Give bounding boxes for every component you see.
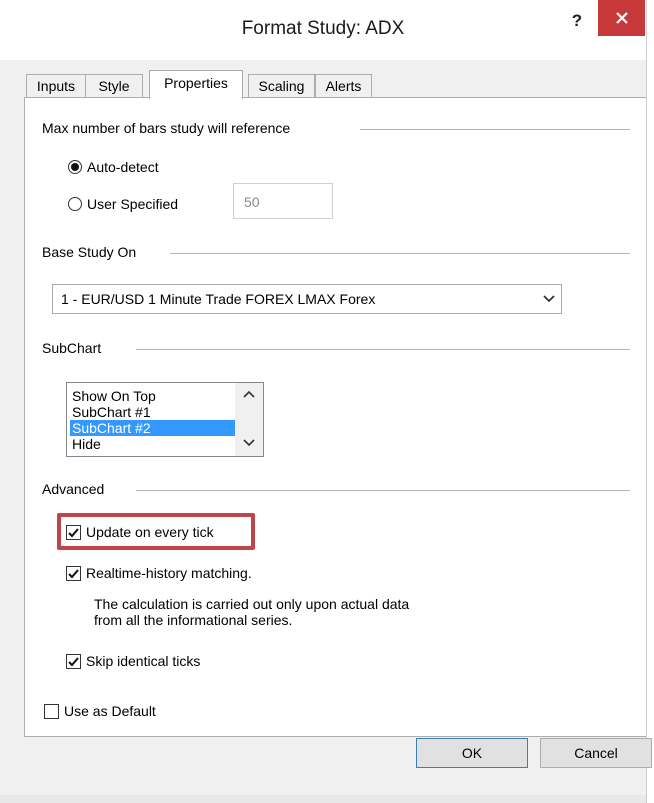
user-specified-radio[interactable]: User Specified xyxy=(68,196,178,212)
note-line: from all the informational series. xyxy=(94,612,293,628)
subchart-group-label: SubChart xyxy=(42,340,114,356)
note-line: The calculation is carried out only upon… xyxy=(94,596,410,612)
checkbox-box xyxy=(66,653,81,669)
chevron-down-icon xyxy=(543,295,555,303)
subchart-listbox[interactable]: Show On Top SubChart #1 SubChart #2 Hide xyxy=(66,382,264,457)
close-button[interactable] xyxy=(598,0,645,36)
list-item[interactable]: SubChart #1 xyxy=(70,404,236,420)
list-item[interactable]: Hide xyxy=(70,436,236,452)
list-item[interactable]: Show On Top xyxy=(70,388,236,404)
realtime-history-checkbox[interactable]: Realtime-history matching. xyxy=(66,565,252,581)
use-as-default-checkbox[interactable]: Use as Default xyxy=(44,703,156,719)
auto-detect-label: Auto-detect xyxy=(87,159,159,175)
help-button[interactable]: ? xyxy=(566,11,588,33)
realtime-history-note: The calculation is carried out only upon… xyxy=(94,596,409,628)
advanced-group-label: Advanced xyxy=(42,481,117,497)
skip-identical-label: Skip identical ticks xyxy=(86,653,201,669)
close-icon xyxy=(616,12,628,24)
update-every-tick-label: Update on every tick xyxy=(86,524,214,540)
list-item-selected[interactable]: SubChart #2 xyxy=(70,420,236,436)
group-divider xyxy=(170,253,630,254)
ok-button[interactable]: OK xyxy=(416,738,528,768)
title-bar: Format Study: ADX ? xyxy=(0,0,646,60)
listbox-scrollbar[interactable] xyxy=(235,383,263,456)
checkbox-box xyxy=(66,524,81,540)
tab-style[interactable]: Style xyxy=(85,74,143,98)
checkbox-box xyxy=(44,703,59,719)
scroll-up-icon[interactable] xyxy=(243,390,255,398)
user-specified-input[interactable]: 50 xyxy=(233,183,333,219)
skip-identical-checkbox[interactable]: Skip identical ticks xyxy=(66,653,200,669)
format-study-dialog: Format Study: ADX ? Inputs Style Propert… xyxy=(0,0,652,803)
base-study-select[interactable]: 1 - EUR/USD 1 Minute Trade FOREX LMAX Fo… xyxy=(52,284,562,314)
group-divider xyxy=(360,129,630,130)
group-divider xyxy=(136,490,630,491)
dialog-title: Format Study: ADX xyxy=(241,18,405,39)
cancel-button[interactable]: Cancel xyxy=(540,738,652,768)
scroll-down-icon[interactable] xyxy=(243,439,255,447)
tab-properties[interactable]: Properties xyxy=(149,70,243,99)
tab-alerts[interactable]: Alerts xyxy=(315,74,372,98)
checkmark-icon xyxy=(68,527,79,537)
update-every-tick-checkbox[interactable]: Update on every tick xyxy=(66,524,214,540)
use-as-default-label: Use as Default xyxy=(64,703,156,719)
bottom-scrollbar[interactable] xyxy=(0,795,646,803)
max-bars-group-label: Max number of bars study will reference xyxy=(42,120,303,136)
realtime-history-label: Realtime-history matching. xyxy=(86,565,252,581)
user-specified-label: User Specified xyxy=(87,196,179,212)
checkmark-icon xyxy=(68,656,79,666)
auto-detect-radio[interactable]: Auto-detect xyxy=(68,159,159,175)
group-divider xyxy=(136,349,630,350)
checkbox-box xyxy=(66,565,81,581)
base-study-group-label: Base Study On xyxy=(42,244,149,260)
radio-indicator xyxy=(68,160,82,174)
tab-inputs[interactable]: Inputs xyxy=(26,74,86,98)
checkmark-icon xyxy=(68,568,79,578)
radio-indicator xyxy=(68,197,82,211)
tab-scaling[interactable]: Scaling xyxy=(248,74,315,98)
base-study-value: 1 - EUR/USD 1 Minute Trade FOREX LMAX Fo… xyxy=(61,291,376,307)
